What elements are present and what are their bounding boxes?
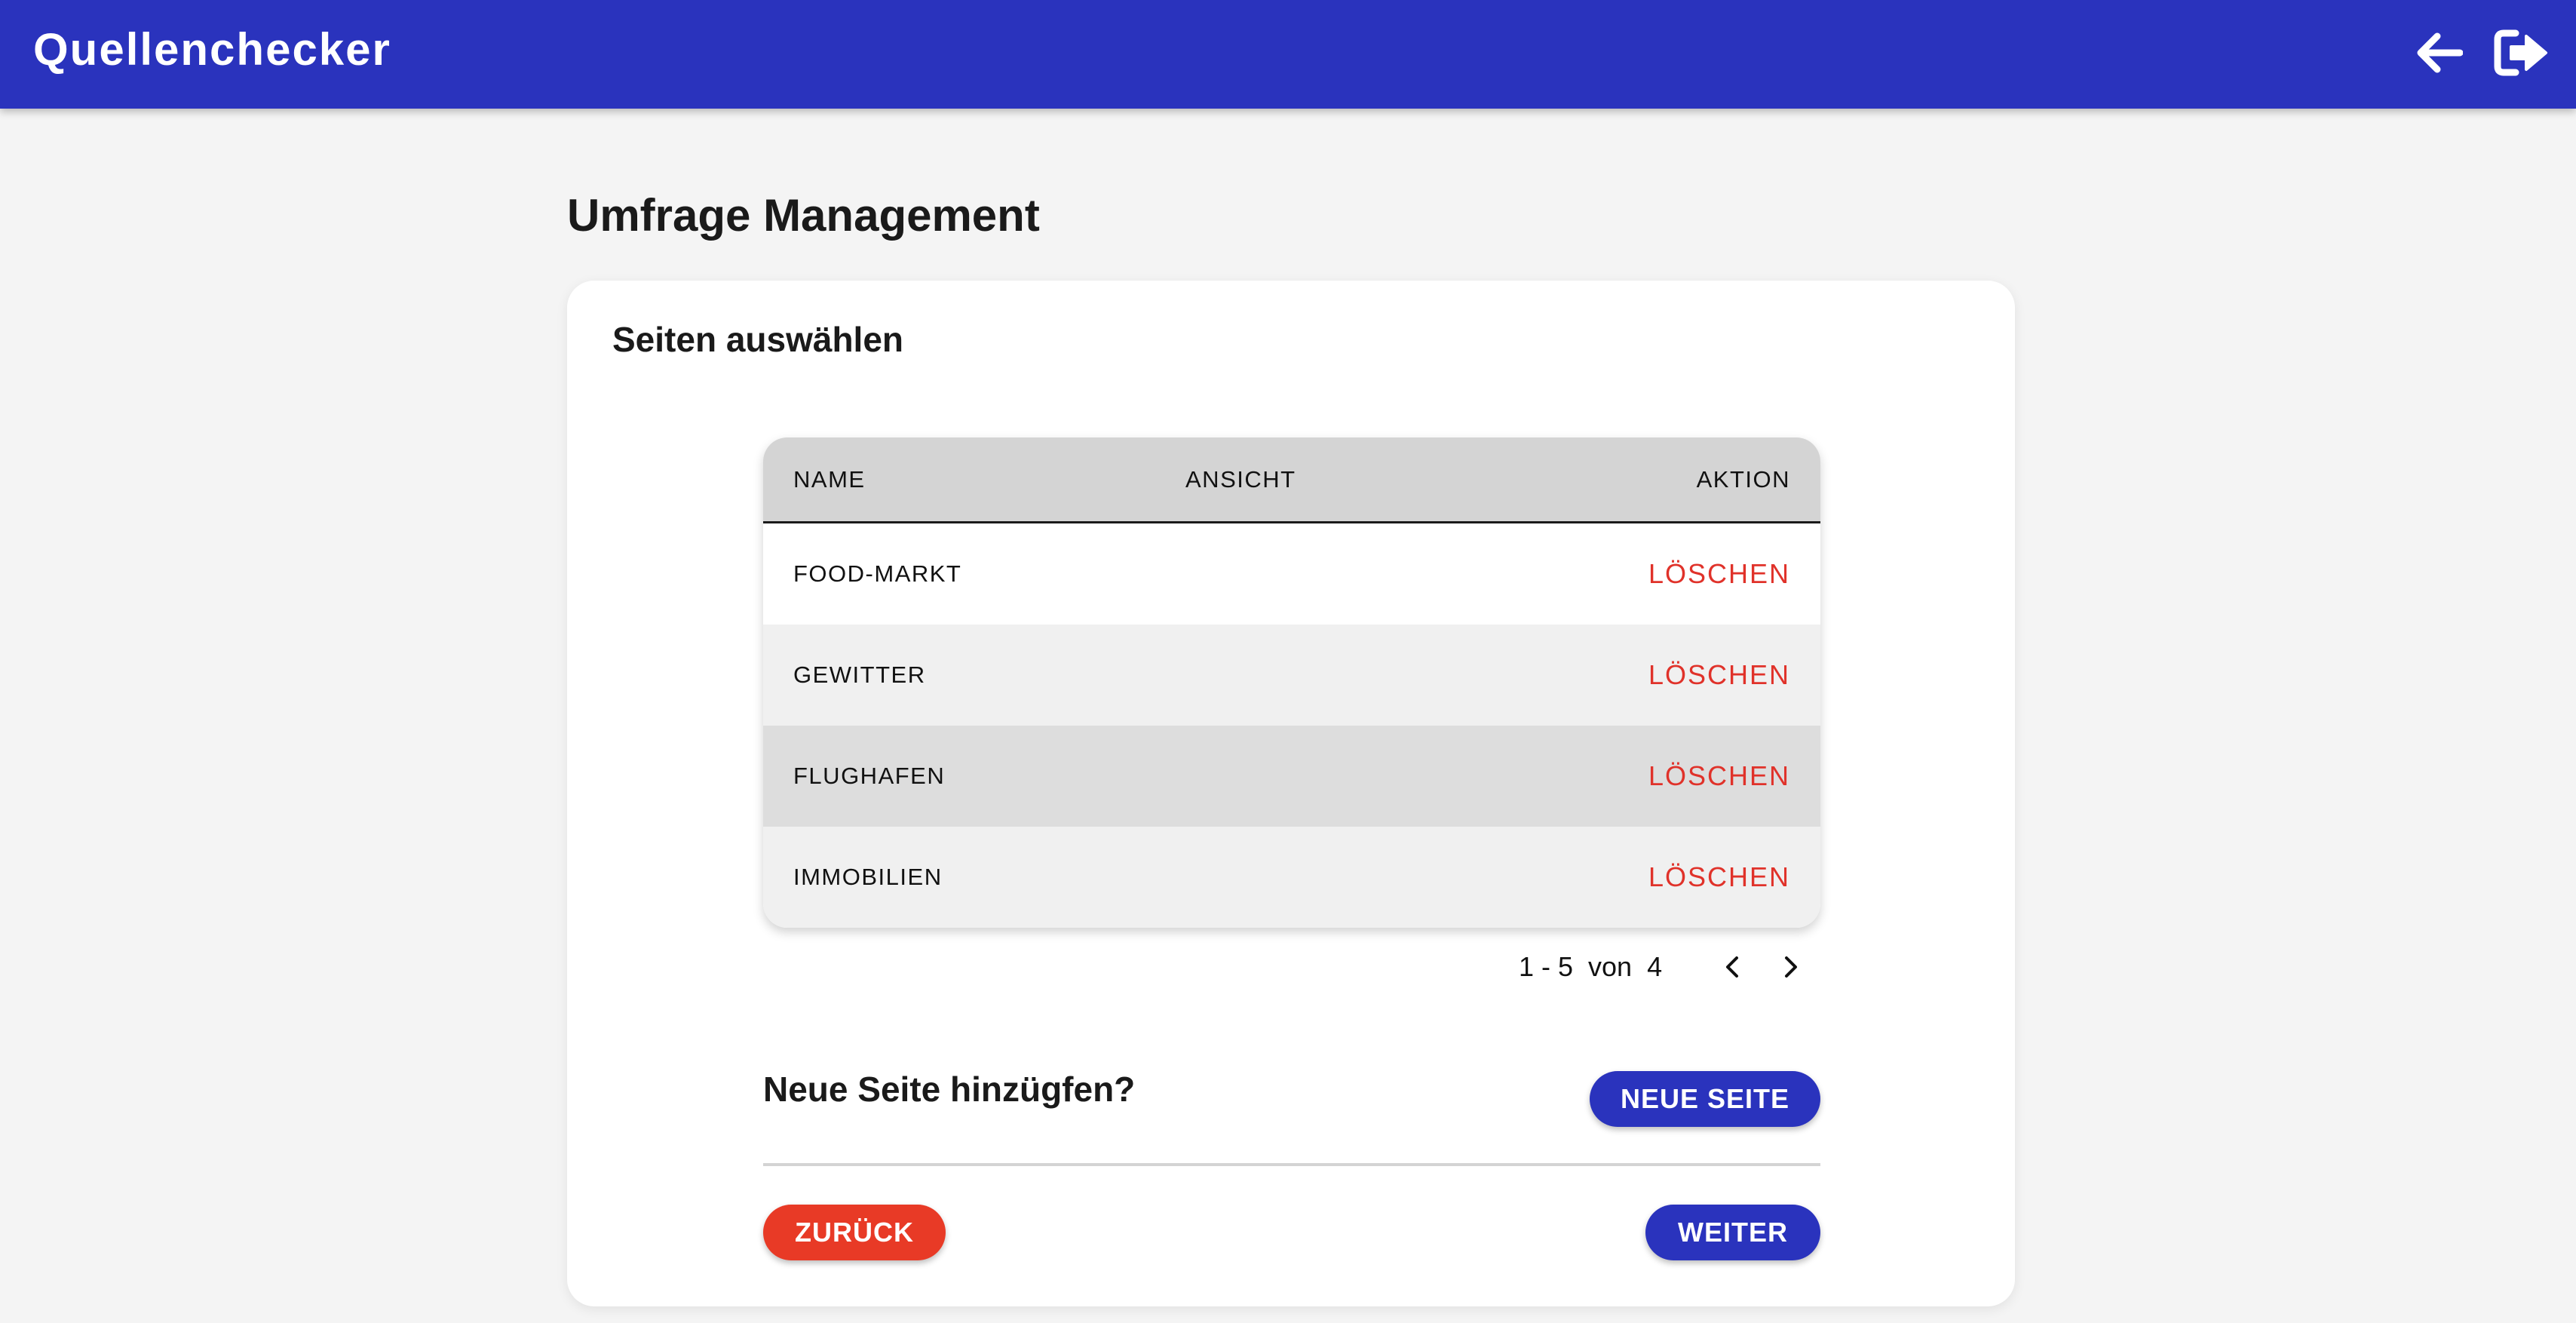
page-title: Umfrage Management (567, 190, 1040, 241)
table-row[interactable]: IMMOBILIEN LÖSCHEN (763, 827, 1820, 928)
chevron-right-icon[interactable] (1772, 949, 1808, 985)
new-page-button[interactable]: NEUE SEITE (1590, 1071, 1820, 1127)
row-name: GEWITTER (793, 662, 926, 688)
table-row[interactable]: GEWITTER LÖSCHEN (763, 625, 1820, 726)
delete-button[interactable]: LÖSCHEN (1648, 625, 1790, 726)
row-name: IMMOBILIEN (793, 864, 943, 890)
survey-card: Seiten auswählen NAME ANSICHT AKTION FOO… (567, 281, 2015, 1306)
app-title: Quellenchecker (33, 24, 391, 75)
column-header-view[interactable]: ANSICHT (1185, 437, 1296, 521)
divider (763, 1163, 1820, 1166)
next-button[interactable]: WEITER (1645, 1205, 1820, 1260)
pages-table: NAME ANSICHT AKTION FOOD-MARKT LÖSCHEN G… (763, 437, 1820, 928)
chevron-left-icon[interactable] (1715, 949, 1751, 985)
row-name: FOOD-MARKT (793, 560, 962, 587)
pagination: 1 - 5 von 4 (1519, 944, 1835, 990)
pagination-range: 1 - 5 von 4 (1519, 951, 1663, 982)
delete-button[interactable]: LÖSCHEN (1648, 827, 1790, 928)
table-row[interactable]: FOOD-MARKT LÖSCHEN (763, 523, 1820, 625)
back-button[interactable]: ZURÜCK (763, 1205, 946, 1260)
table-row[interactable]: FLUGHAFEN LÖSCHEN (763, 726, 1820, 827)
column-header-name[interactable]: NAME (793, 437, 866, 521)
column-header-action: AKTION (1696, 466, 1790, 493)
add-page-label: Neue Seite hinzügfen? (763, 1070, 1136, 1109)
card-title: Seiten auswählen (612, 320, 904, 359)
table-header: NAME ANSICHT AKTION (763, 437, 1820, 523)
delete-button[interactable]: LÖSCHEN (1648, 726, 1790, 827)
delete-button[interactable]: LÖSCHEN (1648, 523, 1790, 625)
arrow-left-icon[interactable] (2410, 26, 2467, 80)
row-name: FLUGHAFEN (793, 763, 946, 789)
app-bar: Quellenchecker (0, 0, 2576, 109)
logout-icon[interactable] (2493, 26, 2550, 80)
